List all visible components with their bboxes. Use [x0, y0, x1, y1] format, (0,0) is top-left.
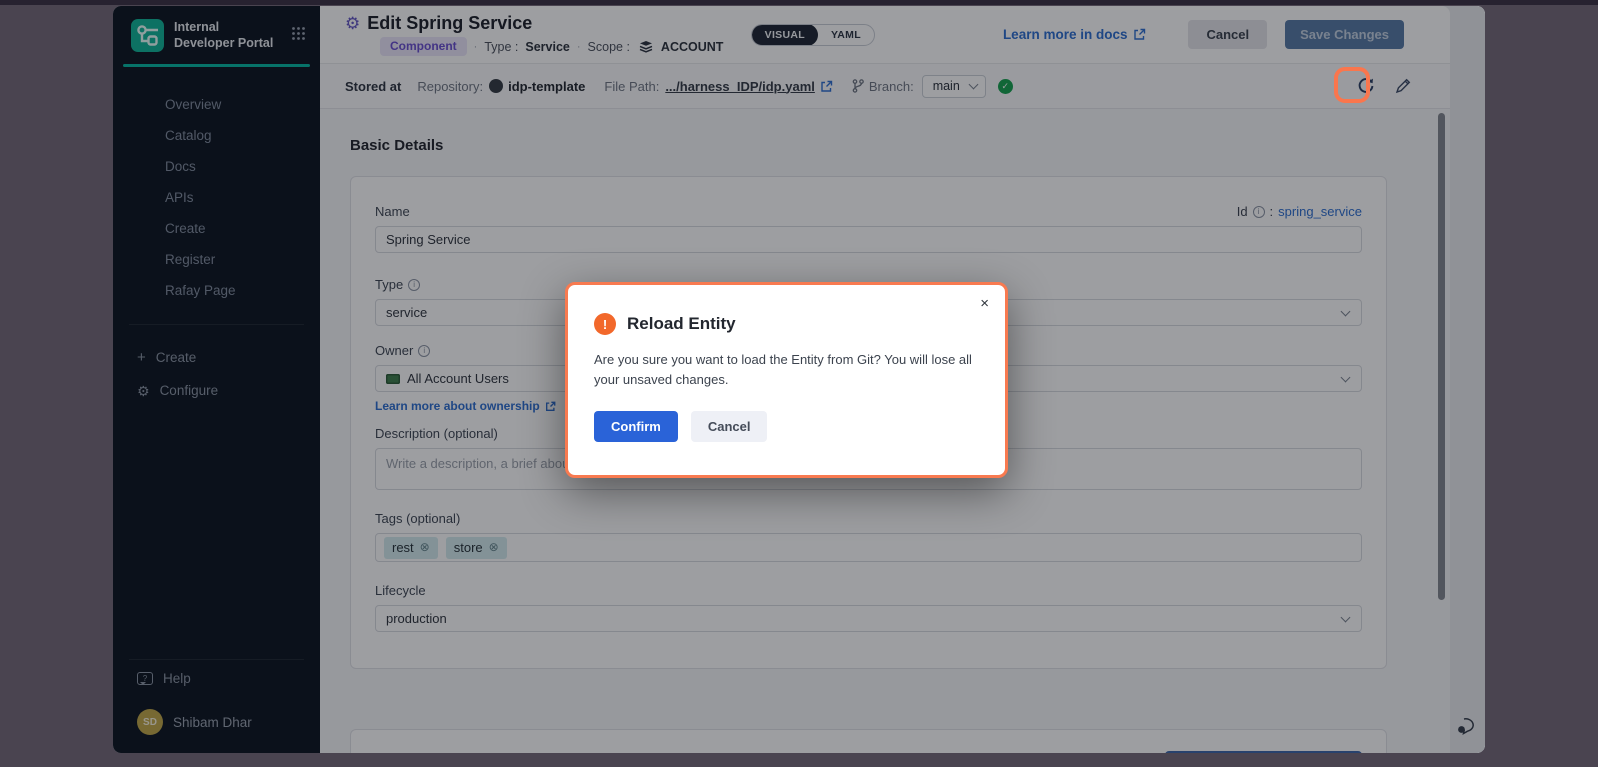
modal-title: Reload Entity — [627, 314, 736, 334]
confirm-button[interactable]: Confirm — [594, 411, 678, 442]
modal-actions: Confirm Cancel — [594, 411, 979, 442]
modal-cancel-button[interactable]: Cancel — [691, 411, 768, 442]
close-icon[interactable]: × — [980, 295, 989, 312]
warning-icon: ! — [594, 313, 616, 335]
app-window: Internal Developer Portal Overview Catal… — [113, 6, 1485, 753]
reload-highlight-ring — [1334, 67, 1370, 103]
modal-message: Are you sure you want to load the Entity… — [594, 350, 990, 390]
window-top-strip — [0, 0, 1598, 5]
reload-entity-modal: × ! Reload Entity Are you sure you want … — [565, 282, 1008, 478]
